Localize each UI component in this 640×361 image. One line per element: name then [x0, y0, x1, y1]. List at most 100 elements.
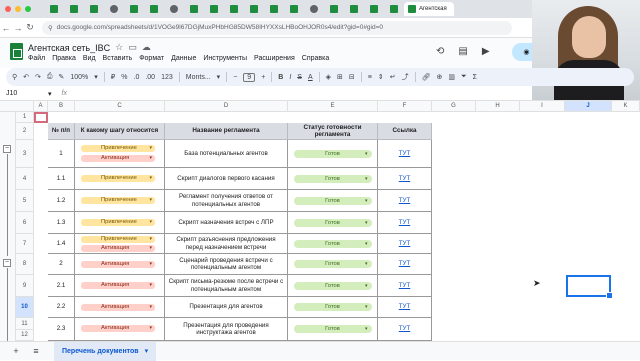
cell-number[interactable]: 1.4 [48, 234, 75, 254]
cell-link[interactable]: ТУТ [378, 168, 432, 190]
browser-tab[interactable] [164, 2, 183, 16]
cell-number[interactable]: 1 [48, 140, 75, 168]
row-header-8[interactable]: 8 [16, 254, 34, 275]
row-header-1[interactable]: 1 [16, 112, 34, 123]
collapse-group-icon[interactable]: − [3, 259, 11, 267]
step-chip[interactable]: Активация [81, 325, 155, 332]
status-chip[interactable]: Готов [293, 196, 372, 205]
cell-reg-name[interactable]: Скрипт назначения встреч с ЛПР [165, 212, 288, 234]
cell-step[interactable]: Привлечение Активация [75, 234, 165, 254]
status-chip[interactable]: Готов [293, 325, 372, 333]
font-select[interactable]: Monts... [186, 74, 211, 81]
row-header-2[interactable]: 2 [16, 123, 34, 140]
text-color-button[interactable]: A [308, 74, 313, 81]
cell-status[interactable]: Готов [288, 318, 378, 341]
cell-number[interactable]: 1.3 [48, 212, 75, 234]
column-header-a[interactable]: A [34, 101, 48, 112]
cell-status[interactable]: Готов [288, 275, 378, 297]
browser-tab[interactable] [224, 2, 243, 16]
chevron-down-icon[interactable]: ▾ [217, 73, 221, 81]
step-chip[interactable]: Привлечение [81, 219, 155, 226]
cell-reg-name[interactable]: Презентация для проведения инструктажа а… [165, 318, 288, 341]
browser-tab[interactable] [144, 2, 163, 16]
status-chip[interactable]: Готов [293, 239, 372, 248]
cell-step[interactable]: Привлечение Активация [75, 140, 165, 168]
row-header-12[interactable]: 12 [16, 330, 34, 341]
step-chip[interactable]: Привлечение [81, 197, 155, 204]
menu-item-data[interactable]: Данные [171, 55, 196, 62]
sheet-tab-active[interactable]: Перечень документов ▾ [54, 341, 157, 361]
cell-status[interactable]: Готов [288, 168, 378, 190]
bold-button[interactable]: B [278, 74, 283, 81]
cell-step[interactable]: Активация [75, 254, 165, 275]
cell-status[interactable]: Готов [288, 140, 378, 168]
merge-cells-icon[interactable]: ⊟ [349, 73, 355, 81]
wrap-icon[interactable]: ↵ [390, 73, 396, 81]
active-browser-tab[interactable]: Агентская [404, 2, 454, 16]
cell-step[interactable]: Активация [75, 275, 165, 297]
menu-item-insert[interactable]: Вставить [103, 55, 133, 62]
paint-format-icon[interactable]: ✎ [59, 73, 65, 81]
doc-link[interactable]: ТУТ [399, 325, 411, 332]
undo-icon[interactable]: ↶ [23, 73, 29, 81]
window-controls[interactable] [5, 6, 31, 12]
decrease-font-size-icon[interactable]: − [233, 74, 237, 81]
cell-status[interactable]: Готов [288, 190, 378, 212]
column-header-b[interactable]: B [48, 101, 75, 112]
column-header-i[interactable]: I [520, 101, 565, 112]
cell-link[interactable]: ТУТ [378, 318, 432, 341]
rotate-icon[interactable]: ⤴ [402, 72, 409, 82]
star-icon[interactable]: ☆ [115, 42, 123, 53]
percent-format-button[interactable]: % [121, 74, 127, 81]
doc-link[interactable]: ТУТ [399, 240, 411, 247]
row-header-6[interactable]: 6 [16, 212, 34, 234]
fill-color-icon[interactable]: ◈ [326, 73, 331, 81]
strikethrough-button[interactable]: S [297, 74, 302, 81]
row-header-4[interactable]: 4 [16, 168, 34, 190]
cell-step[interactable]: Привлечение [75, 190, 165, 212]
doc-link[interactable]: ТУТ [399, 282, 411, 289]
column-header-f[interactable]: F [378, 101, 432, 112]
cell-reg-name[interactable]: Регламент получения ответов от потенциал… [165, 190, 288, 212]
history-icon[interactable]: ⟲ [436, 46, 444, 57]
browser-tab[interactable] [184, 2, 203, 16]
add-sheet-icon[interactable]: + [6, 346, 26, 356]
cell-link[interactable]: ТУТ [378, 297, 432, 318]
cell-status[interactable]: Готов [288, 254, 378, 275]
name-box[interactable]: J10 [0, 90, 48, 97]
browser-tab[interactable] [324, 2, 343, 16]
cell-a1[interactable] [34, 112, 48, 123]
font-size-field[interactable]: 9 [243, 72, 256, 82]
align-icon[interactable]: ≡ [368, 74, 372, 81]
meet-icon[interactable]: ▶ [482, 46, 490, 57]
redo-icon[interactable]: ↷ [35, 73, 41, 81]
cell-reg-name[interactable]: Скрипт диалогов первого касания [165, 168, 288, 190]
row-header-5[interactable]: 5 [16, 190, 34, 212]
menu-item-edit[interactable]: Правка [52, 55, 76, 62]
cell-reg-name[interactable]: Скрипт разъяснения предложения перед наз… [165, 234, 288, 254]
doc-link[interactable]: ТУТ [399, 303, 411, 310]
step-chip[interactable]: Активация [81, 304, 155, 311]
cell-number[interactable]: 2.2 [48, 297, 75, 318]
move-folder-icon[interactable]: ▭ [128, 42, 137, 53]
status-chip[interactable]: Готов [293, 149, 372, 158]
cell-number[interactable]: 2 [48, 254, 75, 275]
step-chip[interactable]: Привлечение [81, 145, 155, 152]
cell-number[interactable]: 1.2 [48, 190, 75, 212]
column-header-j[interactable]: J [565, 101, 612, 112]
cell-status[interactable]: Готов [288, 212, 378, 234]
currency-format-button[interactable]: ₽ [111, 73, 115, 81]
print-icon[interactable]: ⎙ [47, 73, 53, 81]
column-header-e[interactable]: E [288, 101, 378, 112]
status-chip[interactable]: Готов [293, 281, 372, 290]
zoom-select[interactable]: 100% [70, 74, 88, 81]
link-icon[interactable]: 🔗︎ [422, 73, 431, 81]
menu-item-extensions[interactable]: Расширения [254, 55, 295, 62]
doc-link[interactable]: ТУТ [399, 150, 411, 157]
menu-item-tools[interactable]: Инструменты [203, 55, 247, 62]
status-chip[interactable]: Готов [293, 218, 372, 227]
browser-tab[interactable] [124, 2, 143, 16]
status-chip[interactable]: Готов [293, 260, 372, 268]
browser-tab[interactable] [204, 2, 223, 16]
browser-tab[interactable] [104, 2, 123, 16]
